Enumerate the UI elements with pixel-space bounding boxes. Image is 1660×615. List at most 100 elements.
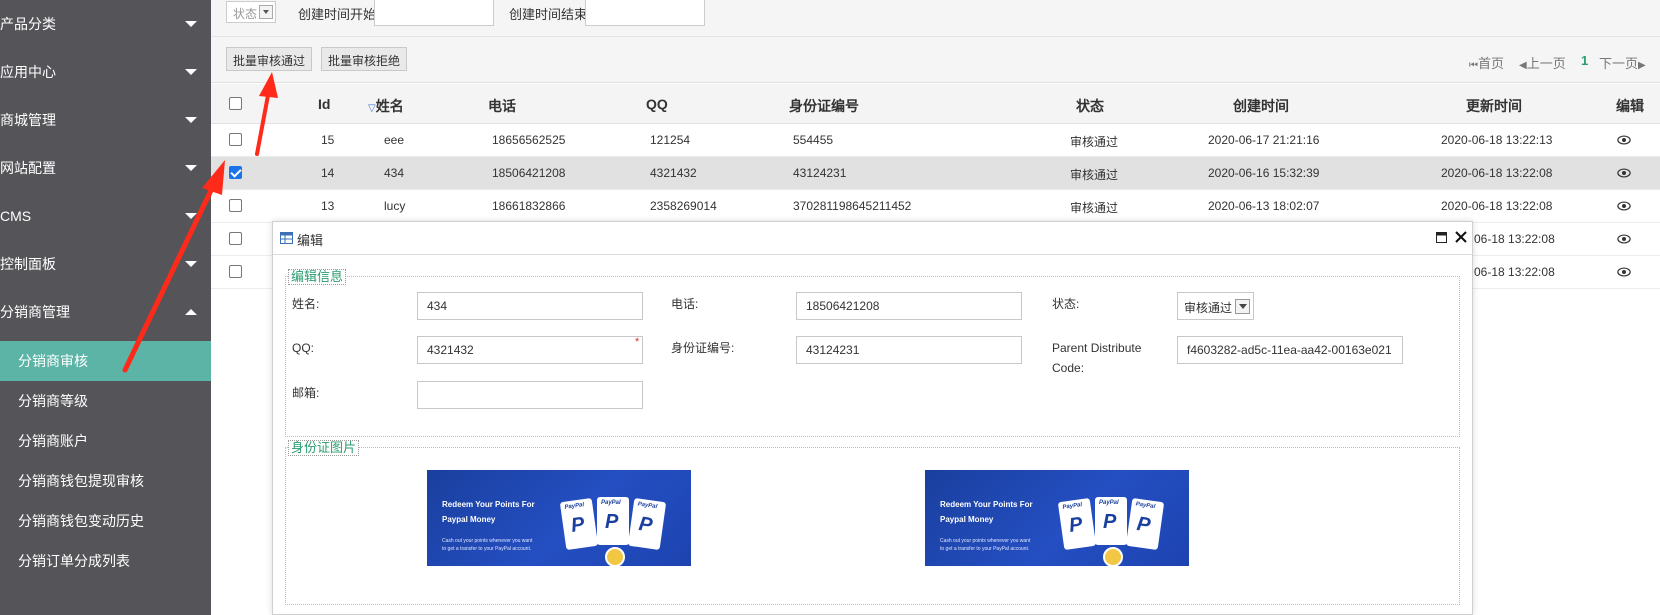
sidebar-item-wallet-withdraw-review[interactable]: 分销商钱包提现审核 bbox=[0, 461, 211, 501]
dropdown-arrow-icon[interactable] bbox=[1235, 299, 1250, 314]
select-all-checkbox[interactable] bbox=[229, 97, 242, 110]
cell-updated: 06-18 13:22:08 bbox=[1474, 232, 1555, 246]
paypal-card-icon: PayPal P bbox=[597, 497, 629, 545]
phone-field[interactable]: 18506421208 bbox=[796, 292, 1022, 320]
th-status[interactable]: 状态 bbox=[1076, 96, 1104, 116]
created-start-input[interactable] bbox=[374, 0, 494, 26]
sidebar-item-label: 分销商钱包提现审核 bbox=[18, 473, 144, 489]
edit-info-legend: 编辑信息 bbox=[288, 269, 347, 285]
th-qq[interactable]: QQ bbox=[646, 96, 668, 112]
eye-icon[interactable] bbox=[1617, 166, 1631, 180]
cell-created: 2020-06-13 18:02:07 bbox=[1208, 199, 1320, 213]
qq-field[interactable]: 4321432 bbox=[417, 336, 643, 364]
menu-group-site-config[interactable]: 网站配置 bbox=[0, 144, 211, 192]
sidebar-item-order-commission-list[interactable]: 分销订单分成列表 bbox=[0, 541, 211, 581]
pager-first[interactable]: ⏮首页 bbox=[1469, 53, 1504, 72]
sidebar-item-label: 分销商钱包变动历史 bbox=[18, 513, 144, 529]
cell-created: 2020-06-16 15:32:39 bbox=[1208, 166, 1320, 180]
dialog-title: 编辑 bbox=[297, 233, 324, 248]
name-field[interactable]: 434 bbox=[417, 292, 643, 320]
batch-approve-button[interactable]: 批量审核通过 bbox=[226, 47, 313, 71]
parent-code-field[interactable]: f4603282-ad5c-11ea-aa42-00163e021 bbox=[1177, 336, 1403, 364]
table-row-selected[interactable]: 14 434 18506421208 4321432 43124231 审核通过… bbox=[211, 157, 1660, 190]
cell-idcard: 43124231 bbox=[793, 166, 847, 180]
eye-icon[interactable] bbox=[1617, 265, 1631, 279]
email-field[interactable] bbox=[417, 381, 643, 409]
row-checkbox[interactable] bbox=[229, 133, 242, 146]
maximize-icon[interactable] bbox=[1436, 232, 1447, 243]
chevron-up-icon bbox=[185, 309, 197, 315]
menu-group-label: 分销商管理 bbox=[0, 304, 70, 320]
menu-group-app-center[interactable]: 应用中心 bbox=[0, 48, 211, 96]
th-created[interactable]: 创建时间 bbox=[1233, 96, 1289, 116]
row-checkbox[interactable] bbox=[229, 232, 242, 245]
status-select[interactable]: 审核通过 bbox=[1177, 292, 1254, 320]
sidebar-item-distributor-review[interactable]: 分销商审核 bbox=[0, 341, 211, 381]
pager-next[interactable]: 下一页▶ bbox=[1599, 53, 1646, 72]
paypal-card-icon: PayPal P bbox=[1095, 497, 1127, 545]
cell-phone: 18506421208 bbox=[492, 166, 566, 180]
sort-icon: ▽ bbox=[368, 103, 376, 114]
paypal-card-icon: PayPal P bbox=[559, 498, 599, 550]
dialog-titlebar: 编辑 bbox=[273, 222, 1472, 255]
row-checkbox[interactable] bbox=[229, 199, 242, 212]
menu-group-distributor-management[interactable]: 分销商管理 bbox=[0, 288, 211, 336]
menu-group-control-panel[interactable]: 控制面板 bbox=[0, 240, 211, 288]
cell-phone: 18661832866 bbox=[492, 199, 566, 213]
next-page-icon: ▶ bbox=[1638, 60, 1646, 71]
idcard-image-front[interactable]: Redeem Your Points For Paypal Money Cash … bbox=[427, 470, 691, 566]
idcard-image-back[interactable]: Redeem Your Points For Paypal Money Cash … bbox=[925, 470, 1189, 566]
chevron-down-icon bbox=[185, 21, 197, 27]
pager-current[interactable]: 1 bbox=[1581, 53, 1588, 68]
close-icon[interactable] bbox=[1455, 231, 1467, 243]
table-row[interactable]: 15 eee 18656562525 121254 554455 审核通过 20… bbox=[211, 124, 1660, 157]
sidebar: 产品分类 应用中心 商城管理 网站配置 CMS 控制面板 分销商管理 分销商审核… bbox=[0, 0, 211, 615]
menu-group-label: CMS bbox=[0, 208, 32, 224]
email-label: 邮箱: bbox=[292, 386, 320, 400]
menu-group-label: 产品分类 bbox=[0, 16, 56, 32]
cell-status: 审核通过 bbox=[1070, 168, 1119, 182]
cell-updated: 2020-06-18 13:22:08 bbox=[1441, 199, 1553, 213]
idcard-label: 身份证编号: bbox=[671, 341, 735, 355]
menu-group-mall[interactable]: 商城管理 bbox=[0, 96, 211, 144]
created-end-label: 创建时间结束 bbox=[509, 7, 588, 22]
menu-group-product-category[interactable]: 产品分类 bbox=[0, 0, 211, 48]
banner-subtext: Cash out your points whenever you want to… bbox=[442, 538, 533, 552]
pager-prev[interactable]: ◀上一页 bbox=[1519, 53, 1566, 72]
cell-name: eee bbox=[384, 133, 405, 147]
status-filter-select[interactable]: 状态 bbox=[226, 1, 276, 23]
th-phone[interactable]: 电话 bbox=[488, 96, 516, 116]
eye-icon[interactable] bbox=[1617, 133, 1631, 147]
eye-icon[interactable] bbox=[1617, 199, 1631, 213]
th-id[interactable]: Id bbox=[318, 96, 330, 112]
parent-code-label: Parent Distribute Code: bbox=[1052, 341, 1142, 375]
th-idcard[interactable]: 身份证编号 bbox=[789, 96, 859, 116]
table-row[interactable]: 13 lucy 18661832866 2358269014 370281198… bbox=[211, 190, 1660, 223]
th-name[interactable]: ▽姓名 bbox=[368, 96, 404, 116]
chevron-down-icon bbox=[185, 213, 197, 219]
sidebar-item-distributor-account[interactable]: 分销商账户 bbox=[0, 421, 211, 461]
row-checkbox[interactable] bbox=[229, 265, 242, 278]
idcard-field[interactable]: 43124231 bbox=[796, 336, 1022, 364]
menu-group-cms[interactable]: CMS bbox=[0, 192, 211, 240]
cell-id: 15 bbox=[321, 133, 335, 147]
eye-icon[interactable] bbox=[1617, 232, 1631, 246]
sidebar-item-wallet-history[interactable]: 分销商钱包变动历史 bbox=[0, 501, 211, 541]
cell-id: 14 bbox=[321, 166, 335, 180]
row-checkbox-checked[interactable] bbox=[229, 166, 242, 179]
created-end-input[interactable] bbox=[585, 0, 705, 26]
batch-reject-button[interactable]: 批量审核拒绝 bbox=[321, 47, 408, 71]
sidebar-item-distributor-level[interactable]: 分销商等级 bbox=[0, 381, 211, 421]
filter-bar: 状态 创建时间开始 创建时间结束 bbox=[211, 0, 1660, 37]
qq-label: QQ: bbox=[292, 341, 315, 355]
cell-idcard: 370281198645211452 bbox=[793, 199, 912, 213]
dropdown-arrow-icon[interactable] bbox=[259, 5, 273, 19]
th-updated[interactable]: 更新时间 bbox=[1466, 96, 1522, 116]
toolbar: 批量审核通过 批量审核拒绝 ⏮首页 ◀上一页 1 下一页▶ bbox=[211, 37, 1660, 83]
first-page-icon: ⏮ bbox=[1469, 60, 1478, 71]
name-label: 姓名: bbox=[292, 297, 320, 311]
status-filter-placeholder: 状态 bbox=[233, 7, 258, 21]
chevron-down-icon bbox=[185, 69, 197, 75]
paypal-card-icon: PayPal P bbox=[627, 498, 667, 550]
coin-icon bbox=[605, 547, 625, 566]
